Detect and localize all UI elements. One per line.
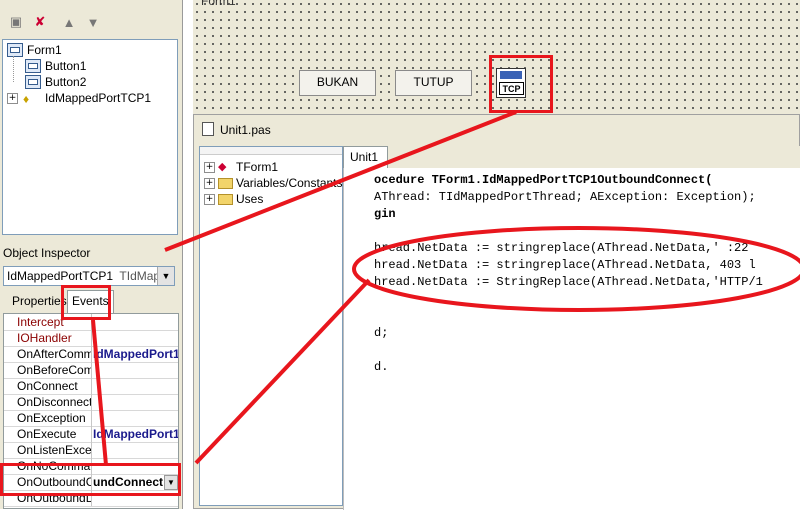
code-highlight-ellipse [352,226,800,312]
component-highlight-box [489,55,553,113]
events-tab-highlight-box [61,285,111,320]
annotation-arrow [194,278,371,465]
annotation-arrow [164,110,517,252]
annotation-arrow [91,319,108,466]
event-row-highlight-box [0,463,181,496]
annotation-overlay [91,110,800,466]
